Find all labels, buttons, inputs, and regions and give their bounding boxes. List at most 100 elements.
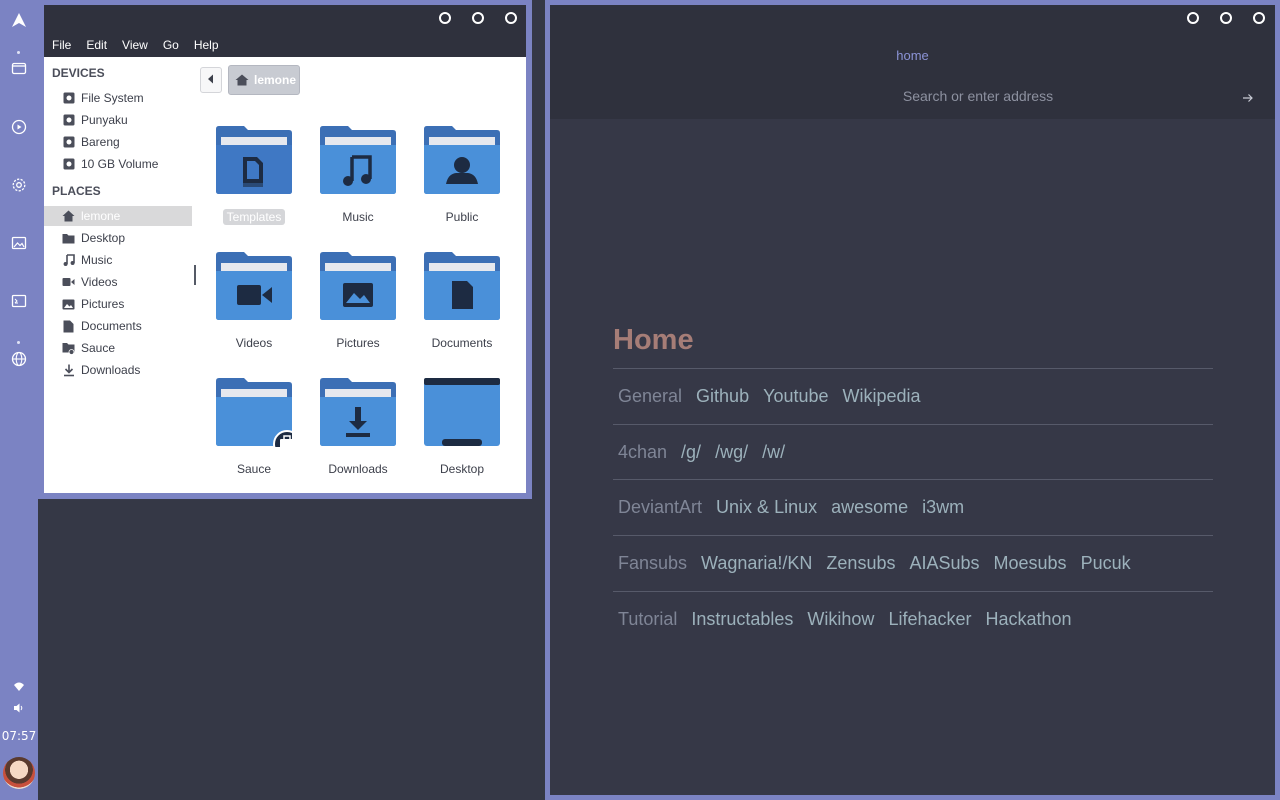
link-youtube[interactable]: Youtube [763,386,828,407]
link-w[interactable]: /w/ [762,442,785,463]
sidebar-scrollbar[interactable] [194,265,196,285]
minimize-button[interactable] [1187,12,1199,24]
volume-icon[interactable] [9,698,29,718]
link-zensubs[interactable]: Zensubs [826,553,895,574]
sidebar-item-file-system[interactable]: File System [44,88,192,108]
avatar[interactable] [3,757,35,789]
terminal-icon[interactable] [9,291,29,311]
image-viewer-icon[interactable] [9,233,29,253]
folder-label: Desktop [439,462,485,476]
sidebar-item-pictures[interactable]: Pictures [44,294,192,314]
link-wikipedia[interactable]: Wikipedia [843,386,921,407]
arrow-right-icon[interactable] [1242,91,1254,103]
sidebar-item-desktop[interactable]: Desktop [44,228,192,248]
divider [613,479,1213,480]
maximize-button[interactable] [1220,12,1232,24]
sidebar-item-videos[interactable]: Videos [44,272,192,292]
folder-downloads[interactable]: Downloads [306,377,410,487]
home-icon [235,74,249,86]
files-icon[interactable] [9,58,29,78]
file-manager-window: File Edit View Go Help DEVICES File Syst… [38,0,532,499]
folder-label: Public [445,210,479,224]
divider [613,368,1213,369]
breadcrumb[interactable]: lemone [228,65,300,95]
sidebar-item-10gb-volume[interactable]: 10 GB Volume [44,154,192,174]
folder-templates[interactable]: Templates [202,125,306,235]
clock: 07:57 [1,729,37,743]
close-button[interactable] [1253,12,1265,24]
folder-public[interactable]: Public [410,125,514,235]
maximize-button[interactable] [472,12,484,24]
link-github[interactable]: Github [696,386,749,407]
link-wikihow[interactable]: Wikihow [807,609,874,630]
link-awesome[interactable]: awesome [831,497,908,518]
folder-videos[interactable]: Videos [202,251,306,361]
document-icon [62,320,75,333]
folder-pictures[interactable]: Pictures [306,251,410,361]
link-unix-linux[interactable]: Unix & Linux [716,497,817,518]
link-instructables[interactable]: Instructables [691,609,793,630]
sidebar-item-label: File System [81,91,144,105]
category-label: 4chan [618,441,668,462]
sauce-folder-icon [216,378,292,447]
drive-icon [62,158,75,171]
sidebar-item-bareng[interactable]: Bareng [44,132,192,152]
media-player-icon[interactable] [9,117,29,137]
sidebar-item-sauce[interactable]: Sauce [44,338,192,358]
folder-label: Pictures [336,336,380,350]
link-hackathon[interactable]: Hackathon [986,609,1072,630]
arch-logo-icon[interactable] [9,10,29,30]
menu-edit[interactable]: Edit [86,38,107,52]
sidebar-item-documents[interactable]: Documents [44,316,192,336]
sidebar-item-label: Music [81,253,113,267]
address-bar[interactable]: Search or enter address [828,88,1128,104]
sidebar-item-label: 10 GB Volume [81,157,159,171]
link-row-4chan: 4chan /g/ /wg/ /w/ [618,440,799,464]
shared-folder-icon [62,342,75,355]
templates-folder-icon [216,126,292,194]
sidebar-item-downloads[interactable]: Downloads [44,360,192,380]
minimize-button[interactable] [439,12,451,24]
download-icon [62,364,75,377]
sidebar-item-label: Bareng [81,135,120,149]
folder-music[interactable]: Music [306,125,410,235]
menu-go[interactable]: Go [163,38,179,52]
settings-icon[interactable] [9,175,29,195]
devices-heading: DEVICES [52,66,105,80]
home-icon [62,210,75,223]
link-i3wm[interactable]: i3wm [922,497,964,518]
sidebar-item-music[interactable]: Music [44,250,192,270]
file-manager-titlebar[interactable] [44,5,526,32]
link-lifehacker[interactable]: Lifehacker [888,609,971,630]
sidebar-item-lemone[interactable]: lemone [44,206,192,226]
close-button[interactable] [505,12,517,24]
folder-documents[interactable]: Documents [410,251,514,361]
folder-sauce[interactable]: Sauce [202,377,306,487]
menu-file[interactable]: File [52,38,71,52]
active-indicator-dot [17,51,20,54]
category-label: Fansubs [618,552,688,573]
link-wg[interactable]: /wg/ [715,442,748,463]
folder-label: Sauce [236,462,272,476]
tab-home[interactable]: home [550,48,1275,63]
link-row-general: General Github Youtube Wikipedia [618,384,935,408]
wifi-icon[interactable] [9,677,29,697]
link-g[interactable]: /g/ [681,442,701,463]
breadcrumb-label: lemone [254,73,297,87]
sidebar-item-label: Pictures [81,297,125,311]
folder-icon [62,232,75,245]
folder-desktop[interactable]: Desktop [410,377,514,487]
link-wagnaria[interactable]: Wagnaria!/KN [701,553,812,574]
link-aiasubs[interactable]: AIASubs [909,553,979,574]
sidebar-item-label: lemone [81,209,121,223]
link-moesubs[interactable]: Moesubs [994,553,1067,574]
back-button[interactable] [200,67,222,93]
menu-help[interactable]: Help [194,38,219,52]
menu-view[interactable]: View [122,38,148,52]
sidebar-item-punyaku[interactable]: Punyaku [44,110,192,130]
chevron-left-icon [207,71,215,89]
web-browser-icon[interactable] [9,349,29,369]
page-title: Home [613,324,694,356]
link-pucuk[interactable]: Pucuk [1081,553,1131,574]
pictures-folder-icon [320,252,396,320]
